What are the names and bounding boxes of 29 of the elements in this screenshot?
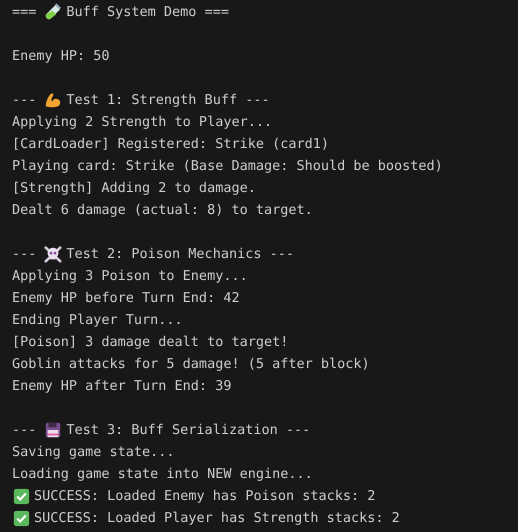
output-line: Playing card: Strike (Base Damage: Should be boosted) (12, 157, 443, 176)
separator-text: --- (12, 91, 36, 110)
output-line: [CardLoader] Registered: Strike (card1) (12, 135, 329, 154)
skull-crossbones-icon (44, 246, 62, 263)
separator-text: --- (12, 421, 36, 440)
check-mark-icon (14, 488, 30, 504)
output-line: Enemy HP after Turn End: 39 (12, 377, 232, 396)
section-heading: Test 2: Poison Mechanics --- (66, 245, 294, 264)
output-line: Enemy HP: 50 (12, 47, 110, 66)
output-line: SUCCESS: Loaded Player has Strength stacks: 2 (34, 509, 400, 528)
output-line: SUCCESS: Loaded Enemy has Poison stacks: 2 (34, 487, 376, 506)
output-line: Loading game state into NEW engine... (12, 465, 313, 484)
output-line: Ending Player Turn... (12, 311, 183, 330)
output-line: [Poison] 3 damage dealt to target! (12, 333, 288, 352)
output-line: [Strength] Adding 2 to damage. (12, 179, 256, 198)
output-line: Saving game state... (12, 443, 175, 462)
section-heading: Test 3: Buff Serialization --- (66, 421, 310, 440)
output-line: Applying 3 Poison to Enemy... (12, 267, 248, 286)
flexed-arm-icon (46, 93, 61, 108)
output-line: Goblin attacks for 5 damage! (5 after block) (12, 355, 370, 374)
check-mark-icon (14, 510, 30, 526)
output-line: Dealt 6 damage (actual: 8) to target. (12, 201, 313, 220)
separator-text: --- (12, 245, 36, 264)
separator-text: === (12, 3, 36, 22)
section-heading: Test 1: Strength Buff --- (66, 91, 270, 110)
test-tube-icon (46, 3, 62, 20)
output-line: Enemy HP before Turn End: 42 (12, 289, 240, 308)
section-heading: Buff System Demo === (66, 3, 229, 22)
output-line: Applying 2 Strength to Player... (12, 113, 272, 132)
